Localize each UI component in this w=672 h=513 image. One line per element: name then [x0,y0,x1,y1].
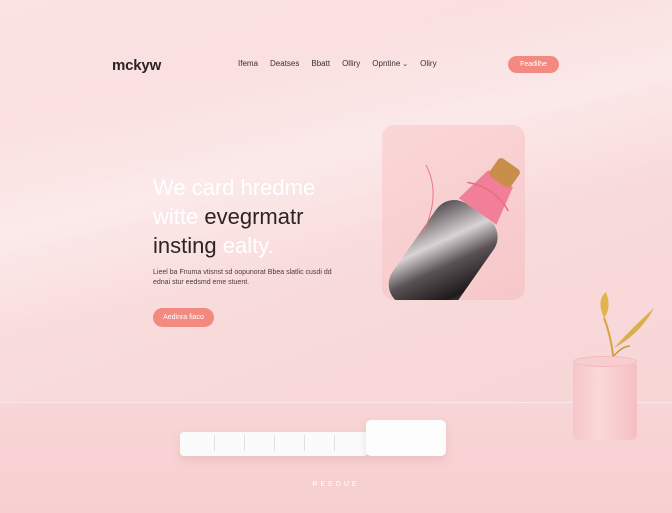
product-image-card [382,125,525,300]
hero-line-2-dark: evegrmatr [204,204,304,229]
nav-item-bbatt[interactable]: Bbatt [311,59,330,68]
desk-surface [0,402,672,513]
pink-cup [573,356,637,440]
brand-logo[interactable]: mckyw [112,57,161,74]
background-light [0,0,672,349]
hero-line-3-dark: insting [153,233,217,258]
keyboard-image [180,432,368,456]
hero-cta-button[interactable]: Aedinra fiaco [153,308,214,327]
nav-item-ifema[interactable]: Ifema [238,59,258,68]
hero-line-3-light: ealty. [222,233,274,258]
hero-line-2-light: witte [153,204,199,229]
nav-item-olliry[interactable]: Olliry [342,59,360,68]
nav-item-oliry[interactable]: Oliry [420,59,436,68]
footer-label: REEDUE [312,481,360,488]
nav-item-deatses[interactable]: Deatses [270,59,299,68]
trackpad-image [366,420,446,456]
nav-item-opntine-dropdown[interactable]: Opntine [372,59,408,68]
hero-subtitle: Lieel ba Fnuma vtisnst sd oopunorat Bbea… [153,269,332,286]
champagne-bottle-image [388,158,520,300]
main-nav: Ifema Deatses Bbatt Olliry Opntine Oliry [238,59,449,68]
header-cta-button[interactable]: Feadilhe [508,56,559,73]
hero-heading: We card hredme witte evegrmatr insting e… [153,173,315,260]
hero-line-1: We card hredme [153,175,316,200]
